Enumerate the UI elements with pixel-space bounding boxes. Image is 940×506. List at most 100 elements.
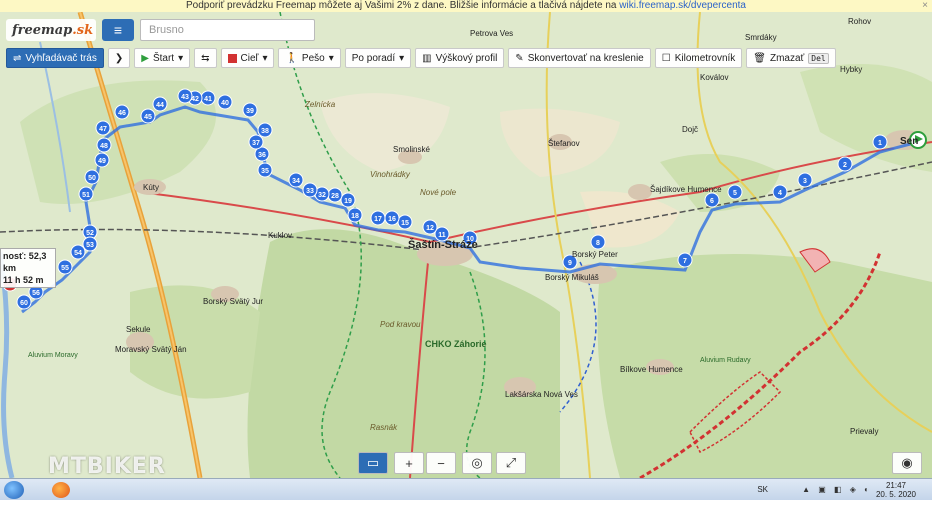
label-aluvium-rudavy: Aluvium Rudavy [700,357,751,364]
map-canvas[interactable]: Šaštín-Stráže Borský Peter Borský Mikulá… [0,12,932,478]
locate-button[interactable]: ◎ [462,452,492,474]
waypoint-number: 32 [318,192,326,199]
waypoint-number: 43 [181,94,189,101]
play-icon: ▶ [141,52,149,64]
waypoint-number: 2 [843,162,847,169]
milestones-checkbox[interactable]: ☐ Kilometrovník [654,48,743,68]
waypoint-number: 11 [438,232,446,239]
tray-icons[interactable]: ▲ ▣ ◧ ◈ ◐ [802,485,872,494]
stop-icon [227,53,237,63]
label-kovalov: Koválov [700,73,728,82]
pencil-icon: ✎ [515,52,524,64]
zoom-out-button[interactable]: − [426,452,456,474]
route-planner-button[interactable]: ⇌ Vyhľadávač trás [6,48,104,68]
banner-link[interactable]: wiki.freemap.sk/dvepercenta [619,0,746,11]
waypoint-number: 60 [20,300,28,307]
waypoint-number: 40 [221,100,229,107]
walker-icon: 🚶 [285,52,298,64]
route-time: 11 h 52 m [3,275,44,285]
goal-button[interactable]: Cieľ ▾ [220,48,275,68]
delete-button[interactable]: 🗑 Zmazať Del [746,48,836,68]
freemap-logo[interactable]: freemap .sk [6,19,96,41]
caret-icon: ▾ [328,52,334,64]
waypoint-number: 33 [306,188,314,195]
chart-icon: ▥ [422,52,432,64]
waypoint-number: 36 [258,152,266,159]
waypoint-number: 12 [426,225,434,232]
menu-button[interactable]: ≡ [102,19,134,41]
label-sekule: Sekule [126,325,151,334]
label-bilkove: Bílkove Humence [620,365,683,374]
waypoint-number: 37 [252,140,260,147]
label-chko: CHKO Záhorie [425,339,487,349]
top-controls: freemap .sk ≡ Brusno [6,17,315,43]
label-prievaly: Prievaly [850,427,878,436]
route-icon: ⇌ [13,52,22,64]
waypoint-number: 41 [204,96,212,103]
route-info-box: nosť: 52,3 km 11 h 52 m [0,248,56,288]
order-select[interactable]: Po poradí ▾ [344,48,412,68]
firefox-icon[interactable] [52,482,70,498]
map-svg: Šaštín-Stráže Borský Peter Borský Mikulá… [0,12,932,478]
label-vinohrady: Vinohrádky [370,170,411,179]
label-kuklov: Kuklov [268,231,292,240]
mtbiker-watermark: MTBIKER [48,454,166,479]
fullscreen-button[interactable]: ⤢ [496,452,526,474]
swap-button[interactable]: ⇆ [194,48,217,68]
waypoint-number: 19 [344,198,352,205]
minus-icon: − [437,455,445,471]
plus-icon: + [405,455,413,471]
label-kuty: Kúty [143,183,159,192]
label-aluvium-moravy: Aluvium Moravy [28,352,78,359]
caret-icon: ▾ [399,52,405,64]
donation-banner: Podporiť prevádzku Freemap môžete aj Vaš… [0,0,932,12]
waypoint-number: 47 [99,126,107,133]
windows-start-button[interactable] [4,481,24,499]
convert-to-drawing-button[interactable]: ✎ Skonvertovať na kreslenie [508,48,651,68]
waypoint-number: 45 [144,114,152,121]
label-stefanov: Štefanov [548,139,580,148]
waypoint-number: 9 [568,260,572,267]
waypoint-number: 34 [292,178,300,185]
waypoint-number: 42 [191,96,199,103]
banner-close-button[interactable]: × [922,0,928,12]
layers-button[interactable]: ▭ [358,452,388,474]
windows-taskbar: SK ▲ ▣ ◧ ◈ ◐ 21:47 20. 5. 2020 [0,478,932,500]
settings-button[interactable]: ◉ [892,452,922,474]
collapse-button[interactable]: ❯ [107,48,131,68]
search-input[interactable]: Brusno [140,19,315,41]
label-borsky-peter: Borský Peter [572,250,618,259]
label-rohov: Rohov [848,17,871,26]
trash-icon: 🗑 [753,52,766,64]
waypoint-number: 35 [261,168,269,175]
waypoint-number: 1 [878,140,882,147]
banner-text: Podporiť prevádzku Freemap môžete aj Vaš… [186,0,617,11]
tray-clock[interactable]: 21:47 20. 5. 2020 [876,481,916,499]
waypoint-number: 7 [683,258,687,265]
waypoint-number: 17 [374,216,382,223]
zoom-in-button[interactable]: + [394,452,424,474]
caret-icon: ▾ [178,52,184,64]
tray-language[interactable]: SK [757,485,768,494]
label-borsky-mikulas: Borský Mikuláš [545,273,599,282]
waypoint-number: 55 [61,265,69,272]
waypoint-number: 49 [98,158,106,165]
waypoint-number: 48 [100,143,108,150]
checkbox-icon: ☐ [661,52,671,64]
waypoint-number: 53 [86,242,94,249]
label-pod-kravarou: Pod kravou [380,320,421,329]
tray-date: 20. 5. 2020 [875,490,916,499]
waypoint-number: 5 [733,190,737,197]
hamburger-icon: ≡ [113,22,123,38]
delete-key-badge: Del [808,52,829,64]
waypoint-number: 28 [331,193,339,200]
waypoint-number: 46 [118,110,126,117]
waypoint-number: 15 [401,220,409,227]
waypoint-number: 6 [710,198,714,205]
settings-icon: ◉ [901,455,913,470]
start-button[interactable]: ▶ Štart ▾ [134,48,191,68]
waypoint-number: 16 [388,216,396,223]
mode-select[interactable]: 🚶 Pešo ▾ [278,48,341,68]
waypoint-number: 54 [74,250,82,257]
elevation-profile-button[interactable]: ▥ Výškový profil [415,48,505,68]
